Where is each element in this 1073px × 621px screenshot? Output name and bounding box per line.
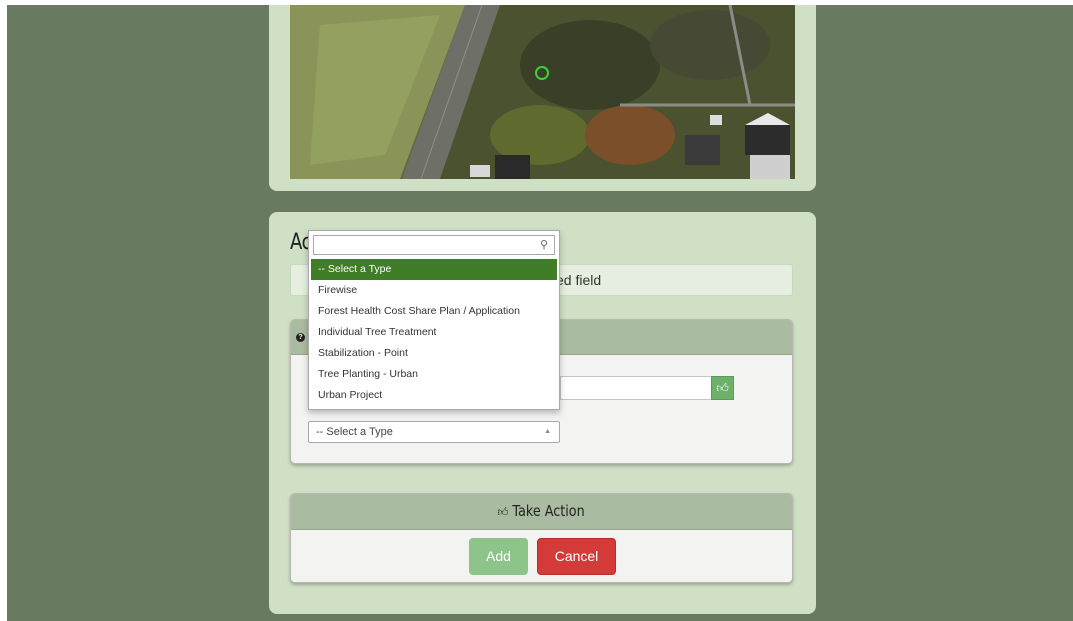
name-input[interactable] — [560, 376, 711, 400]
take-action-header: 👍︎ Take Action — [291, 494, 792, 530]
dropdown-search-input[interactable]: ⚲ — [313, 235, 555, 255]
type-select[interactable]: -- Select a Type ▲ — [308, 421, 560, 443]
type-select-value: -- Select a Type — [316, 426, 393, 438]
cancel-button[interactable]: Cancel — [537, 538, 616, 575]
confirm-thumbs-up-button[interactable]: 👍︎ — [711, 376, 734, 400]
search-icon: ⚲ — [539, 239, 548, 251]
take-action-title: Take Action — [512, 502, 585, 520]
type-dropdown: ⚲ -- Select a Type Firewise Forest Healt… — [308, 230, 560, 410]
dropdown-option[interactable]: -- Select a Type — [311, 259, 557, 280]
help-icon[interactable]: ? — [296, 333, 305, 342]
dropdown-option[interactable]: Forest Health Cost Share Plan / Applicat… — [311, 301, 557, 322]
dropdown-option[interactable]: Individual Tree Treatment — [311, 322, 557, 343]
dropdown-option[interactable]: Urban Project — [311, 385, 557, 406]
aerial-map[interactable] — [290, 5, 795, 179]
caret-up-icon: ▲ — [544, 428, 551, 435]
thumbs-up-icon: 👍︎ — [498, 505, 509, 519]
dropdown-option[interactable]: Tree Planting - Urban — [311, 364, 557, 385]
add-button[interactable]: Add — [469, 538, 528, 575]
dropdown-option[interactable]: Firewise — [311, 280, 557, 301]
dropdown-option[interactable]: Stabilization - Point — [311, 343, 557, 364]
dropdown-options: -- Select a Type Firewise Forest Health … — [311, 259, 557, 406]
required-field-note-text: ed field — [556, 272, 602, 288]
thumbs-up-icon: 👍︎ — [716, 381, 729, 395]
